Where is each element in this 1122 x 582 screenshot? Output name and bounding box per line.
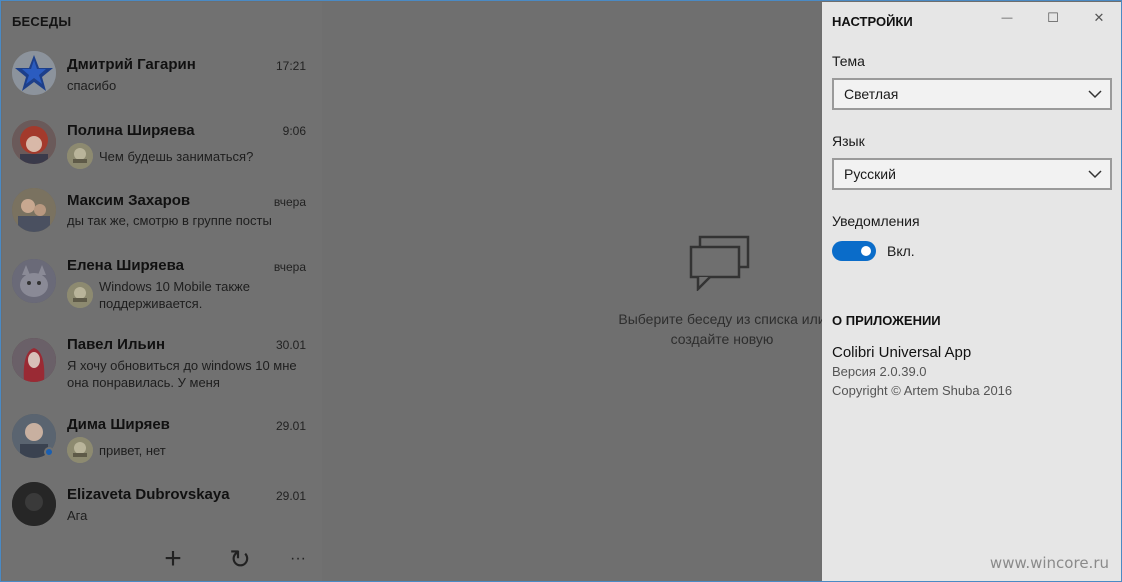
language-label: Язык [832, 133, 865, 149]
watermark: www.wincore.ru [989, 554, 1109, 572]
conversation-preview: Я хочу обновиться до windows 10 мне она … [67, 358, 297, 390]
chat-area: Выберите беседу из списка или создайте н… [322, 2, 826, 581]
conversation-preview: Чем будешь заниматься? [99, 149, 254, 164]
conversation-time: 29.01 [275, 419, 306, 433]
person-photo-icon [12, 482, 56, 526]
theme-select[interactable]: Светлая [832, 78, 1112, 110]
close-icon: ✕ [1093, 10, 1105, 25]
chevron-down-icon [1088, 90, 1102, 99]
add-conversation-button[interactable]: + [157, 542, 189, 575]
conversation-preview: Windows 10 Mobile также поддерживается. [99, 279, 250, 311]
theme-label: Тема [832, 53, 865, 69]
conversation-name: Максим Захаров [67, 192, 191, 209]
conversation-item[interactable]: Елена Ширяева вчера Windows 10 Mobile та… [2, 253, 322, 317]
maximize-icon: ☐ [1047, 10, 1059, 25]
conversation-time: вчера [273, 195, 306, 209]
conversation-item[interactable]: Elizaveta Dubrovskaya 29.01 Ага [2, 481, 322, 545]
window-controls: — ☐ ✕ [984, 2, 1121, 34]
conversation-item[interactable]: Полина Ширяева 9:06 Чем будешь заниматьс… [2, 118, 322, 182]
conversation-name: Полина Ширяева [67, 122, 195, 139]
language-value: Русский [844, 166, 896, 182]
conversation-item[interactable]: Павел Ильин 30.01 Я хочу обновиться до w… [2, 333, 322, 397]
conversation-name: Елена Ширяева [67, 257, 184, 274]
conversations-panel: БЕСЕДЫ Дмитрий Гагарин 17:21 спасибо Пол… [2, 2, 322, 581]
person-photo-icon [12, 188, 56, 232]
theme-value: Светлая [844, 86, 899, 102]
plus-icon: + [164, 542, 182, 575]
notifications-label: Уведомления [832, 213, 920, 229]
more-icon: ··· [290, 550, 306, 567]
conversation-time: 30.01 [275, 338, 306, 352]
conversation-preview: привет, нет [99, 443, 166, 458]
conversation-time: 29.01 [275, 489, 306, 503]
sender-avatar [67, 143, 93, 169]
sender-avatar [67, 437, 93, 463]
avatar [12, 482, 56, 526]
refresh-button[interactable]: ↻ [224, 543, 256, 575]
conversation-preview: спасибо [67, 78, 117, 93]
avatar [12, 259, 56, 303]
more-button[interactable]: ··· [282, 543, 314, 575]
conversation-time: вчера [273, 260, 306, 274]
person-photo-icon [12, 120, 56, 164]
conversation-name: Elizaveta Dubrovskaya [67, 486, 230, 503]
notifications-state: Вкл. [887, 243, 915, 259]
chevron-down-icon [1088, 170, 1102, 179]
notifications-toggle[interactable] [832, 241, 876, 261]
toggle-knob [861, 246, 871, 256]
about-title: О ПРИЛОЖЕНИИ [832, 313, 941, 328]
avatar [12, 51, 56, 95]
language-select[interactable]: Русский [832, 158, 1112, 190]
minimize-icon: — [1001, 12, 1013, 24]
conversation-name: Дмитрий Гагарин [67, 56, 196, 73]
conversation-time: 17:21 [275, 59, 306, 73]
online-indicator [44, 447, 54, 457]
minimize-button[interactable]: — [984, 2, 1030, 34]
chat-bubbles-icon [689, 235, 750, 291]
person-photo-icon [12, 338, 56, 382]
star-icon [12, 51, 56, 95]
conversation-item[interactable]: Максим Захаров вчера ды так же, смотрю в… [2, 188, 322, 252]
refresh-icon: ↻ [229, 543, 251, 574]
conversation-item[interactable]: Дима Ширяев 29.01 привет, нет [2, 412, 322, 476]
settings-title: НАСТРОЙКИ [832, 14, 913, 29]
empty-state-text: Выберите беседу из списка или создайте н… [618, 311, 826, 347]
conversation-name: Павел Ильин [67, 336, 165, 353]
conversation-item[interactable]: Дмитрий Гагарин 17:21 спасибо [2, 49, 322, 113]
conversation-time: 9:06 [282, 124, 306, 138]
conversation-name: Дима Ширяев [67, 416, 170, 433]
app-copyright: Copyright © Artem Shuba 2016 [832, 383, 1013, 398]
cat-photo-icon [12, 259, 56, 303]
sender-avatar [67, 282, 93, 308]
app-name: Colibri Universal App [832, 344, 972, 361]
avatar [12, 120, 56, 164]
avatar [12, 338, 56, 382]
conversation-preview: Ага [67, 508, 88, 523]
avatar [12, 188, 56, 232]
app-version: Версия 2.0.39.0 [832, 364, 927, 379]
conversation-preview: ды так же, смотрю в группе посты [67, 213, 272, 228]
settings-panel: НАСТРОЙКИ — ☐ ✕ Тема Светлая Язык Русски… [822, 2, 1121, 581]
conversations-toolbar: + ↻ ··· [2, 537, 322, 581]
close-button[interactable]: ✕ [1076, 2, 1121, 34]
maximize-button[interactable]: ☐ [1030, 2, 1076, 34]
app-window: БЕСЕДЫ Дмитрий Гагарин 17:21 спасибо Пол… [0, 0, 1122, 582]
conversations-title: БЕСЕДЫ [12, 14, 72, 29]
